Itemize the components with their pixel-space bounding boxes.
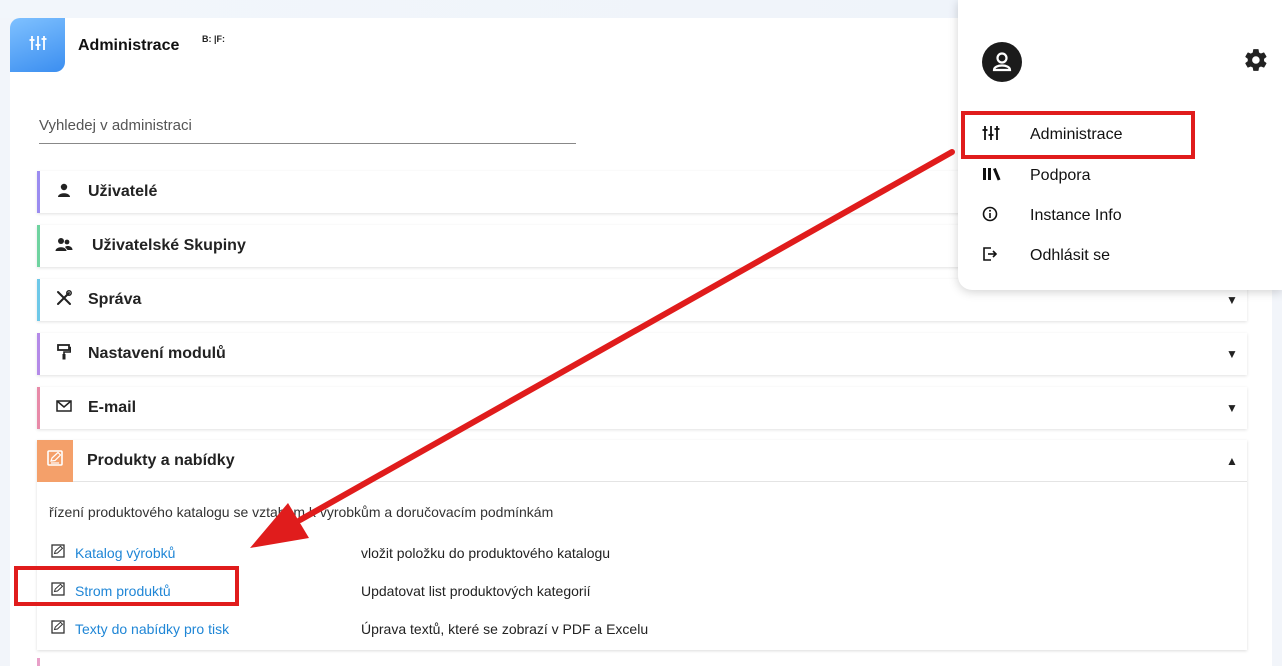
section-label: Správa [88,291,142,308]
collapse-caret[interactable]: ▲ [1217,454,1247,468]
section-email[interactable]: E-mail ▼ [37,387,1247,429]
page-header: Administrace B: |F: [10,18,410,72]
section-label: Produkty a nabídky [87,451,235,469]
section-products-header[interactable]: Produkty a nabídky ▲ [37,439,1247,482]
menu-item-label: Administrace [1030,126,1123,143]
expand-caret[interactable]: ▼ [1217,347,1247,361]
section-label: Nastavení modulů [88,345,226,362]
menu-item-instance-info[interactable]: Instance Info [982,204,1262,228]
logout-icon [982,246,998,267]
section-module-settings[interactable]: Nastavení modulů ▼ [37,333,1247,375]
user-group-icon [55,237,73,256]
books-icon [982,167,1002,186]
link-print-texts[interactable]: Texty do nabídky pro tisk [75,621,361,637]
edit-square-icon [51,619,65,639]
tools-icon [56,289,72,311]
menu-item-administrace[interactable]: Administrace [982,123,1262,147]
expand-caret[interactable]: ▼ [1217,401,1247,415]
menu-item-support[interactable]: Podpora [982,164,1262,188]
section-products: Produkty a nabídky ▲ řízení produktového… [37,439,1247,650]
sliders-icon [982,125,1000,146]
envelope-icon [56,399,72,417]
user-avatar-icon[interactable] [982,42,1022,82]
item-description: vložit položku do produktového katalogu [361,545,611,561]
list-item: Katalog výrobků vložit položku do produk… [51,542,1231,564]
item-description: Úprava textů, které se zobrazí v PDF a E… [361,621,649,637]
admin-app-tile[interactable] [10,18,65,72]
info-circle-icon [982,206,998,227]
user-menu: Administrace Podpora Instance Info Odhlá… [958,0,1282,290]
gear-icon[interactable] [1243,47,1269,78]
sliders-icon [29,35,47,56]
next-section-edge [37,658,1247,666]
header-badge: B: |F: [202,34,226,44]
user-icon [57,183,71,202]
section-label: E-mail [88,399,137,416]
edit-square-icon [51,543,65,563]
menu-item-logout[interactable]: Odhlásit se [982,244,1262,268]
item-description: Updatovat list produktových kategorií [361,583,591,599]
menu-item-label: Podpora [1030,167,1091,184]
search-input[interactable] [39,108,576,142]
menu-item-label: Odhlásit se [1030,247,1111,264]
page-title: Administrace [78,37,180,54]
admin-search [39,108,576,144]
paint-roller-icon [57,343,72,365]
link-product-catalog[interactable]: Katalog výrobků [75,545,361,561]
list-item: Texty do nabídky pro tisk Úprava textů, … [51,618,1231,640]
section-description: řízení produktového katalogu se vztahem … [49,504,554,520]
menu-item-label: Instance Info [1030,207,1122,224]
edit-square-icon [51,581,65,601]
expand-caret[interactable]: ▼ [1217,293,1247,307]
link-product-tree[interactable]: Strom produktů [75,583,361,599]
list-item: Strom produktů Updatovat list produktový… [51,580,1231,602]
edit-square-icon [47,450,63,471]
